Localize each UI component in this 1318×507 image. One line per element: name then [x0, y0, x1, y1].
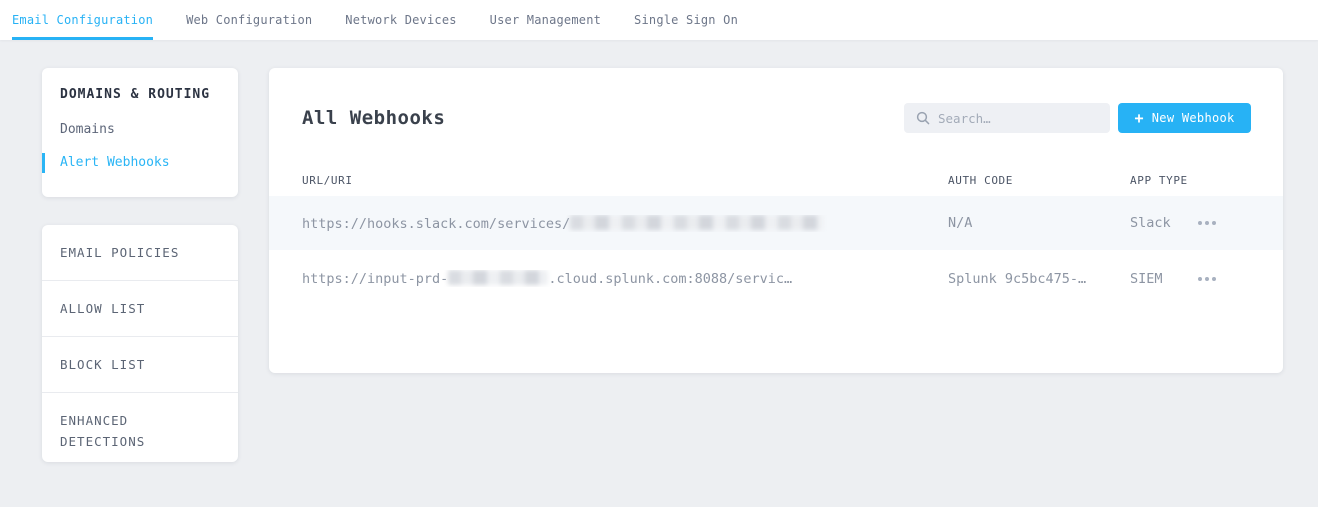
row-overflow-menu-icon[interactable] [1196, 271, 1250, 287]
auth-code-cell: Splunk 9c5bc475-… [948, 270, 1087, 287]
column-header-url: URL/URI [302, 174, 353, 187]
sidebar-item-allow-list[interactable]: ALLOW LIST [42, 280, 238, 336]
sidebar-domains-routing-card: DOMAINS & ROUTING Domains Alert Webhooks [42, 68, 238, 197]
webhook-url-cell: https://hooks.slack.com/services/ [302, 214, 948, 232]
app-type-cell: Slack [1130, 215, 1171, 231]
app-type-cell: SIEM [1130, 270, 1163, 287]
table-row[interactable]: https://input-prd- .cloud.splunk.com:8088… [269, 250, 1283, 307]
page-title: All Webhooks [302, 107, 446, 129]
table-row[interactable]: https://hooks.slack.com/services/ N/A Sl… [269, 196, 1283, 250]
sidebar-sections-card: EMAIL POLICIES ALLOW LIST BLOCK LIST ENH… [42, 225, 238, 462]
column-header-app-type: APP TYPE [1130, 174, 1188, 187]
tab-web-configuration[interactable]: Web Configuration [186, 0, 312, 40]
new-webhook-button[interactable]: + New Webhook [1118, 103, 1251, 133]
sidebar-item-domains[interactable]: Domains [42, 120, 238, 140]
plus-icon: + [1134, 108, 1144, 127]
redacted-url-segment [570, 214, 824, 230]
webhook-url-cell: https://input-prd- .cloud.splunk.com:8088… [302, 270, 793, 287]
search-icon [916, 111, 930, 125]
search-box[interactable] [904, 103, 1110, 133]
tab-user-management[interactable]: User Management [490, 0, 601, 40]
sidebar-item-alert-webhooks[interactable]: Alert Webhooks [42, 153, 238, 173]
tab-single-sign-on[interactable]: Single Sign On [634, 0, 738, 40]
table-header: URL/URI AUTH CODE APP TYPE [269, 165, 1283, 196]
row-overflow-menu-icon[interactable] [1196, 215, 1250, 231]
top-navigation: Email Configuration Web Configuration Ne… [0, 0, 1318, 40]
tab-email-configuration[interactable]: Email Configuration [12, 0, 154, 40]
new-webhook-button-label: New Webhook [1151, 111, 1235, 125]
column-header-auth-code: AUTH CODE [948, 174, 1014, 187]
redacted-url-segment [448, 270, 549, 285]
search-input[interactable] [938, 110, 1098, 126]
webhooks-panel: All Webhooks + New Webhook URL/URI AUTH … [269, 68, 1283, 373]
webhooks-table: https://hooks.slack.com/services/ N/A Sl… [269, 196, 1283, 307]
sidebar-item-block-list[interactable]: BLOCK LIST [42, 336, 238, 392]
auth-code-cell: N/A [948, 215, 973, 231]
sidebar-item-email-policies[interactable]: EMAIL POLICIES [42, 225, 238, 280]
sidebar-group-title: DOMAINS & ROUTING [60, 87, 211, 102]
sidebar-item-enhanced-detections[interactable]: ENHANCED DETECTIONS [42, 392, 238, 469]
tab-network-devices[interactable]: Network Devices [345, 0, 456, 40]
